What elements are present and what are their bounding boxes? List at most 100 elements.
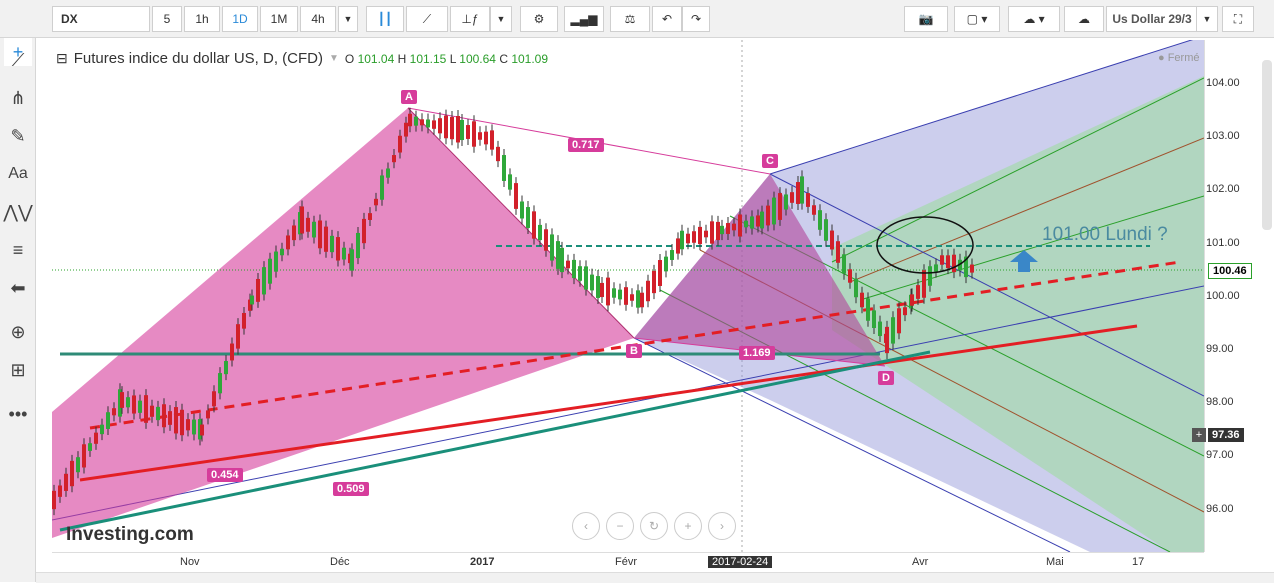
symbol-label: DX (61, 12, 78, 26)
candle (286, 235, 290, 250)
candle (848, 269, 852, 283)
plus-icon: + (684, 519, 692, 533)
layout-dropdown[interactable]: ▼ (1196, 6, 1218, 32)
candle (218, 373, 222, 394)
pitchfork-icon: ⋔ (10, 87, 26, 108)
back-tool[interactable]: ⬅ (4, 274, 32, 302)
pattern-tool[interactable]: ⋀⋁ (3, 198, 33, 226)
chevron-down-icon: ▼ (343, 14, 353, 24)
candle (256, 278, 260, 302)
layout-name-button[interactable]: Us Dollar 29/3 (1106, 6, 1198, 32)
collapse-icon[interactable]: ⊟ (56, 50, 68, 67)
market-status-label: Fermé (1167, 52, 1200, 64)
scroll-left-button[interactable]: ‹ (572, 512, 600, 540)
point-c: C (762, 154, 778, 168)
candle (796, 182, 800, 204)
plus-icon[interactable]: + (1192, 428, 1206, 442)
candle (478, 132, 482, 140)
line-chart-button[interactable]: ⟋ (406, 6, 448, 32)
candle (82, 444, 86, 468)
save-cloud-button[interactable]: ☁ (1064, 6, 1104, 32)
color-button[interactable]: ▢ ▾ (954, 6, 1000, 32)
candle (640, 292, 644, 308)
candle (58, 485, 62, 497)
y-label: 98.00 (1206, 396, 1234, 409)
candle (432, 120, 436, 129)
candle (618, 289, 622, 300)
y-label: 104.00 (1206, 77, 1240, 89)
undo-icon: ↶ (661, 12, 673, 26)
area-chart-icon: ⟋ (422, 11, 432, 26)
interval-1h[interactable]: 1h (184, 6, 220, 32)
candle (312, 221, 316, 238)
trendline-tool[interactable]: ⟋ (4, 46, 32, 74)
snapshot-button[interactable]: 📷 (904, 6, 948, 32)
brush-tool[interactable]: ✎ (4, 122, 32, 150)
candle (502, 155, 506, 181)
redo-button[interactable]: ↷ (682, 6, 710, 32)
candle (368, 213, 372, 220)
chevron-down-icon: ▼ (496, 14, 506, 24)
market-status: ● Fermé (1158, 52, 1200, 64)
candle (750, 216, 754, 229)
candle (686, 233, 690, 244)
text-tool[interactable]: Aa (4, 160, 32, 188)
balance-button[interactable]: ⚖ (610, 6, 650, 32)
candle (670, 250, 674, 260)
candles-button[interactable]: ┃┃ (366, 6, 404, 32)
indicators-dropdown[interactable]: ▼ (490, 6, 512, 32)
candle (680, 230, 684, 250)
candle (738, 214, 742, 237)
more-tools[interactable]: ••• (4, 400, 32, 428)
y-label: 101.00 (1206, 236, 1240, 249)
candle (242, 312, 246, 329)
candle (824, 219, 828, 241)
ruler-tool[interactable]: ⊞ (4, 356, 32, 384)
interval-4h[interactable]: 4h (300, 6, 336, 32)
candle (800, 176, 804, 204)
camera-icon: 📷 (918, 12, 934, 26)
ohlc-c-label: C (499, 51, 508, 66)
candle (144, 395, 148, 423)
top-toolbar: DX 5 1h 1D 1M 4h ▼ ┃┃ ⟋ ⊥ƒ ▼ ⚙ ▂▄▆ ⚖ ↶ ↷… (0, 0, 1274, 38)
interval-dropdown[interactable]: ▼ (338, 6, 358, 32)
zoom-tool[interactable]: ⊕ (4, 318, 32, 346)
candle (928, 266, 932, 286)
ohlc-o-label: O (344, 51, 355, 66)
ohlc-h: 101.15 (409, 51, 447, 66)
measure-tool[interactable]: ≡ (4, 236, 32, 264)
candle (274, 251, 278, 272)
balance-icon: ⚖ (624, 12, 636, 26)
pitchfork-tool[interactable]: ⋔ (4, 84, 32, 112)
indicators-button[interactable]: ⊥ƒ (450, 6, 490, 32)
interval-5[interactable]: 5 (152, 6, 182, 32)
interval-1m[interactable]: 1M (260, 6, 298, 32)
fullscreen-button[interactable]: ⛶ (1222, 6, 1254, 32)
zoom-out-button[interactable]: − (606, 512, 634, 540)
candle (362, 218, 366, 244)
candle (692, 231, 696, 243)
candle (514, 183, 518, 209)
candle (556, 241, 560, 269)
symbol-search[interactable]: DX (52, 6, 150, 32)
compare-button[interactable]: ▂▄▆ (564, 6, 604, 32)
interval-1d[interactable]: 1D (222, 6, 258, 32)
candle (860, 292, 864, 308)
candle (560, 247, 564, 273)
x-label: Mai (1046, 556, 1064, 568)
candle (550, 234, 554, 261)
target-note: 101.00 Lundi ? (1042, 224, 1168, 245)
candle (872, 310, 876, 328)
zoom-in-button[interactable]: + (674, 512, 702, 540)
scroll-right-button[interactable]: › (708, 512, 736, 540)
candle (200, 424, 204, 436)
ohlc-values: O 101.04 H 101.15 L 100.64 C 101.09 (345, 52, 548, 66)
vertical-scrollbar[interactable] (1262, 60, 1272, 230)
candle (766, 205, 770, 226)
load-button[interactable]: ☁ ▾ (1008, 6, 1060, 32)
settings-button[interactable]: ⚙ (520, 6, 558, 32)
undo-button[interactable]: ↶ (652, 6, 682, 32)
reset-button[interactable]: ↻ (640, 512, 668, 540)
candle (590, 274, 594, 291)
chevron-down-icon[interactable]: ▼ (329, 53, 339, 64)
